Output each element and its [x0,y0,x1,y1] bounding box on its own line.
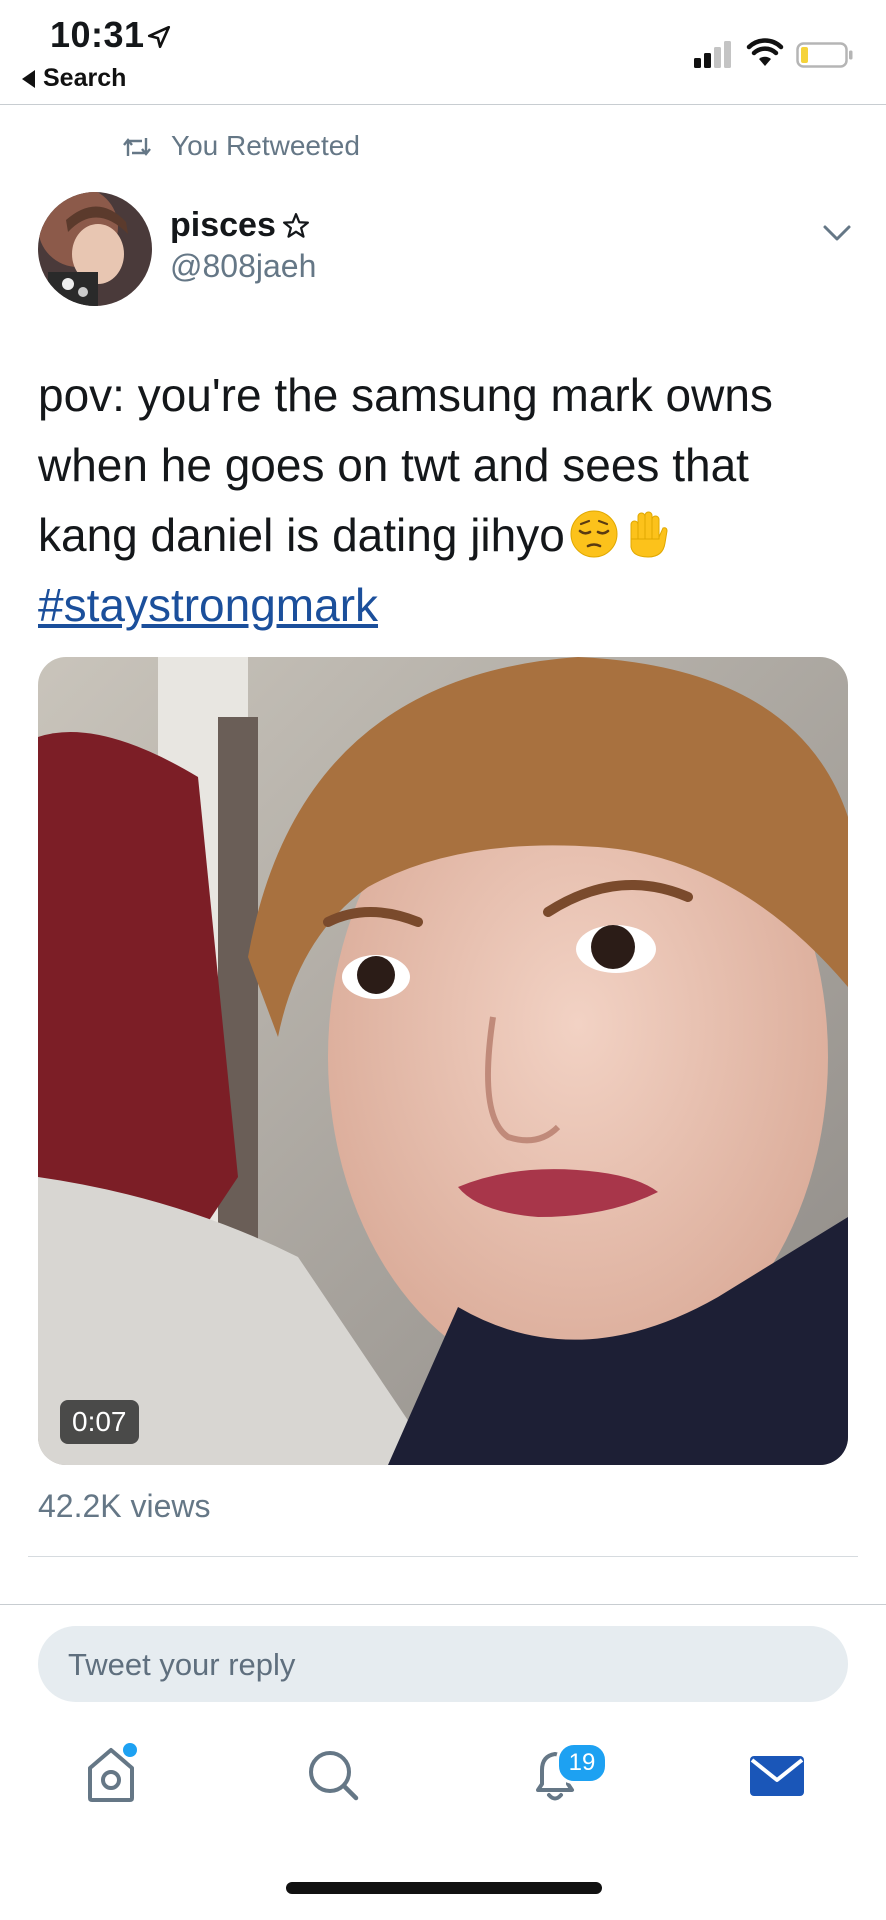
status-time: 10:31 [50,14,145,55]
notifications-badge: 19 [556,1742,608,1784]
reply-box[interactable] [38,1626,848,1704]
divider [0,1604,886,1605]
search-tab-icon[interactable] [298,1740,368,1810]
home-new-content-dot [123,1743,137,1757]
back-arrow-icon [22,69,35,88]
tweet-video[interactable] [38,657,848,1465]
reply-input[interactable] [66,1626,830,1704]
video-frame [38,657,848,1465]
header-divider [0,104,886,105]
hashtag-link[interactable]: #staystrongmark [38,570,378,640]
star-outline-icon [283,213,309,238]
battery-icon [796,42,853,68]
retweet-icon [123,138,151,156]
retweeted-label: You Retweeted [171,130,360,161]
messages-tab-icon[interactable] [742,1740,812,1810]
cellular-signal-icon [694,41,731,68]
divider [28,1556,858,1557]
avatar-image [38,192,152,306]
author-display-name[interactable]: pisces [170,206,276,245]
video-duration-badge: 0:07 [60,1400,139,1444]
view-count: 42.2K views [38,1488,211,1524]
raised-hand-icon [630,511,668,558]
author-handle[interactable]: @808jaeh [170,248,316,285]
chevron-down-icon[interactable] [822,218,852,248]
tweet-text: pov: you're the samsung mark owns when h… [38,360,848,570]
avatar[interactable] [38,192,152,306]
wifi-icon [746,38,784,66]
home-indicator [286,1882,602,1894]
back-label: Search [43,64,127,92]
pensive-face-icon [570,510,618,558]
location-arrow-icon [147,25,171,49]
back-to-search-button[interactable]: Search [22,64,126,93]
